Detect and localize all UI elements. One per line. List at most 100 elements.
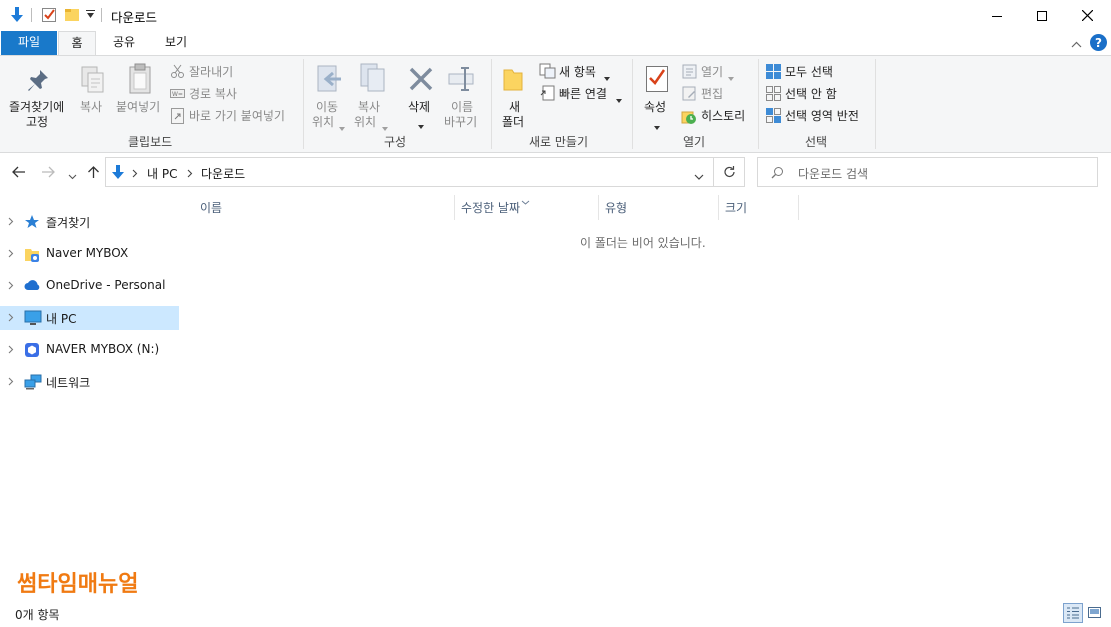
- breadcrumb-downloads[interactable]: 다운로드: [201, 165, 245, 182]
- tab-share[interactable]: 공유: [103, 31, 145, 55]
- tab-file[interactable]: 파일: [1, 31, 57, 55]
- column-divider[interactable]: [454, 195, 455, 220]
- properties-label: 속성: [644, 100, 667, 114]
- refresh-button[interactable]: [713, 157, 745, 187]
- expand-chevron-icon[interactable]: [8, 279, 16, 290]
- expand-chevron-icon[interactable]: [8, 215, 16, 226]
- expand-chevron-icon[interactable]: [8, 375, 16, 386]
- maximize-button[interactable]: [1019, 0, 1065, 31]
- delete-x-icon: [408, 66, 434, 95]
- nav-item-network[interactable]: 네트워크: [0, 370, 179, 394]
- divider: [31, 8, 32, 22]
- watermark: 썸타임매뉴얼: [17, 572, 139, 597]
- copy-path-icon: W=: [170, 87, 185, 102]
- breadcrumb-separator-icon[interactable]: [187, 167, 193, 181]
- breadcrumb-separator-icon[interactable]: [132, 167, 138, 181]
- tab-view[interactable]: 보기: [152, 31, 200, 55]
- delete-label: 삭제: [408, 100, 431, 114]
- group-divider: [632, 59, 633, 149]
- organize-group-label: 구성: [384, 135, 407, 149]
- up-arrow-icon[interactable]: [87, 165, 100, 182]
- new-folder-label-2: 폴더: [502, 115, 525, 129]
- address-history-chevron-icon[interactable]: [694, 169, 704, 183]
- paste-shortcut-icon: [171, 108, 185, 127]
- properties-check-icon[interactable]: [41, 7, 57, 26]
- invert-selection-icon: [766, 108, 781, 126]
- nav-item-label: 네트워크: [46, 376, 91, 390]
- nav-item-naver-mybox[interactable]: Naver MYBOX: [0, 242, 179, 266]
- column-header-date-modified[interactable]: 수정한 날짜: [461, 199, 520, 216]
- copy-label: 복사: [80, 100, 103, 114]
- open-label: 열기: [701, 65, 724, 79]
- new-item-icon: [539, 63, 556, 82]
- breadcrumb-this-pc[interactable]: 내 PC: [147, 165, 177, 182]
- history-icon: [681, 109, 697, 128]
- star-icon: [24, 214, 40, 233]
- new-folder-icon[interactable]: [64, 7, 80, 26]
- select-group-label: 선택: [805, 135, 828, 149]
- group-divider: [875, 59, 876, 149]
- mybox-folder-icon: [24, 246, 40, 265]
- select-all-icon: [766, 64, 781, 82]
- search-box[interactable]: 다운로드 검색: [757, 157, 1098, 187]
- copy-icon: [80, 65, 106, 98]
- large-icons-view-icon: [1088, 607, 1101, 621]
- easy-access-icon: [540, 85, 555, 104]
- expand-chevron-icon[interactable]: [8, 311, 16, 322]
- recent-locations-chevron-icon[interactable]: [68, 169, 77, 183]
- sort-chevron-icon: [521, 194, 530, 208]
- column-divider[interactable]: [798, 195, 799, 220]
- expand-chevron-icon[interactable]: [8, 343, 16, 354]
- address-bar[interactable]: 내 PC 다운로드: [105, 157, 714, 187]
- nav-item-this-pc[interactable]: 내 PC: [0, 306, 179, 330]
- minimize-icon: [992, 15, 1002, 17]
- clipboard-group-label: 클립보드: [128, 135, 173, 149]
- column-header-name[interactable]: 이름: [200, 199, 222, 216]
- nav-item-mybox-drive[interactable]: NAVER MYBOX (N:): [0, 338, 179, 362]
- nav-item-onedrive[interactable]: OneDrive - Personal: [0, 274, 179, 298]
- dropdown-arrow-icon: [728, 70, 734, 84]
- dropdown-arrow-icon: [654, 119, 660, 133]
- new-item-label: 새 항목: [559, 65, 596, 79]
- download-arrow-icon: [111, 164, 125, 183]
- cloud-icon: [24, 278, 41, 295]
- large-icons-view-button[interactable]: [1085, 603, 1105, 623]
- group-divider: [491, 59, 492, 149]
- scissors-icon: [170, 64, 185, 82]
- nav-item-quick-access[interactable]: 즐겨찾기: [0, 210, 179, 234]
- close-button[interactable]: [1064, 0, 1110, 31]
- column-divider[interactable]: [718, 195, 719, 220]
- new-group-label: 새로 만들기: [529, 135, 589, 149]
- svg-text:W=: W=: [172, 91, 183, 98]
- pin-icon: [26, 68, 50, 97]
- move-to-label-2: 위치: [312, 115, 335, 129]
- svg-text:?: ?: [1095, 36, 1102, 50]
- forward-arrow-icon[interactable]: [41, 166, 55, 181]
- dropdown-arrow-icon: [382, 120, 388, 134]
- back-arrow-icon[interactable]: [12, 166, 26, 181]
- tab-home[interactable]: 홈: [58, 31, 96, 55]
- column-header-size[interactable]: 크기: [725, 199, 747, 216]
- customize-qat-icon[interactable]: [86, 9, 95, 23]
- maximize-icon: [1037, 10, 1047, 21]
- minimize-button[interactable]: [974, 0, 1020, 31]
- network-icon: [24, 374, 42, 393]
- navigation-pane: 즐겨찾기 Naver MYBOX OneDrive - Personal 내 P…: [0, 195, 181, 600]
- nav-item-label: Naver MYBOX: [46, 246, 129, 260]
- copy-path-label: 경로 복사: [189, 87, 237, 101]
- download-arrow-icon[interactable]: [9, 6, 25, 27]
- easy-access-label: 빠른 연결: [559, 87, 607, 101]
- move-to-icon: [315, 63, 345, 98]
- column-header-type[interactable]: 유형: [605, 199, 627, 216]
- divider: [101, 8, 102, 22]
- details-view-button[interactable]: [1063, 603, 1083, 623]
- search-placeholder: 다운로드 검색: [798, 167, 869, 181]
- expand-chevron-icon[interactable]: [8, 247, 16, 258]
- collapse-ribbon-icon[interactable]: [1071, 37, 1082, 51]
- mybox-drive-icon: [24, 342, 40, 361]
- open-icon: [682, 64, 697, 82]
- empty-folder-message: 이 폴더는 비어 있습니다.: [580, 236, 706, 250]
- help-icon[interactable]: ?: [1090, 34, 1107, 54]
- details-view-icon: [1067, 607, 1079, 622]
- column-divider[interactable]: [598, 195, 599, 220]
